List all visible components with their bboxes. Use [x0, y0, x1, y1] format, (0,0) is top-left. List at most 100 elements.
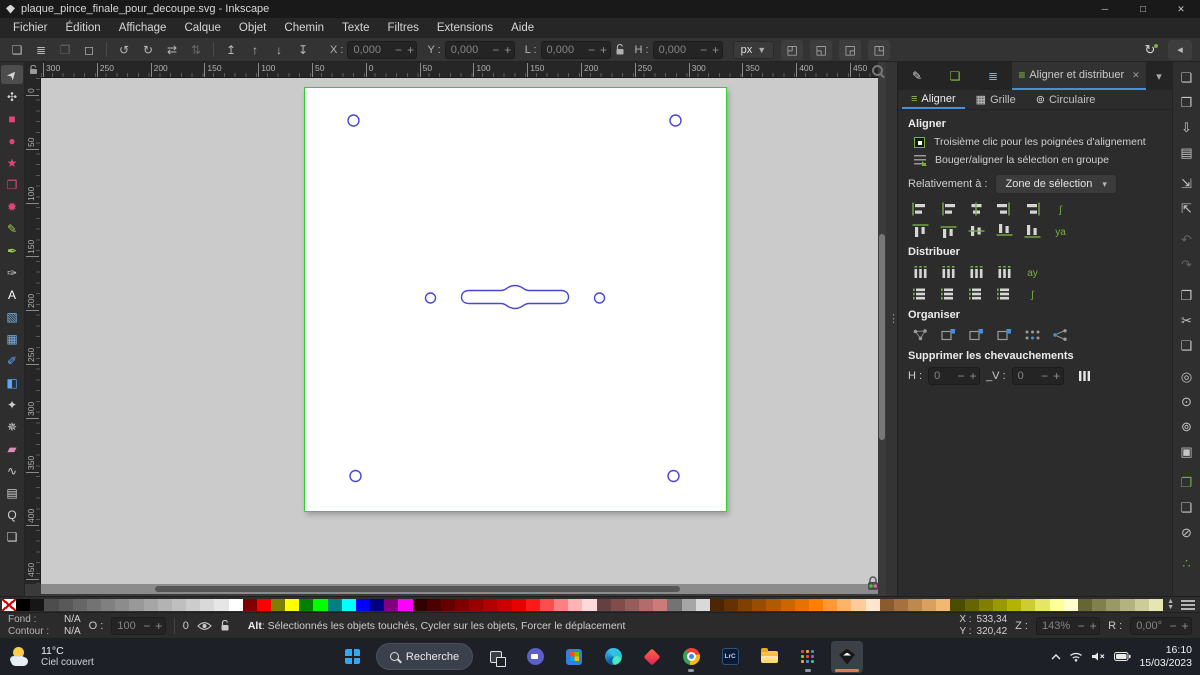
flip-horizontal-button[interactable]: ⇄	[161, 40, 183, 60]
color-swatch[interactable]	[342, 599, 356, 611]
distribute-text-vertical-button[interactable]: ʃ	[1020, 285, 1044, 303]
photo-app-button[interactable]	[636, 641, 668, 673]
dock-menu-chevron-icon[interactable]	[1146, 62, 1172, 90]
menu-item-objet[interactable]: Objet	[230, 20, 276, 36]
color-swatch[interactable]	[1092, 599, 1106, 611]
relative-to-select[interactable]: Zone de sélection	[995, 174, 1116, 194]
color-swatch[interactable]	[993, 599, 1007, 611]
opacity-increment[interactable]: +	[153, 619, 165, 633]
palette-menu-icon[interactable]	[1181, 600, 1195, 610]
fill-stroke-indicator[interactable]: Fond :N/A Contour :N/A	[8, 614, 81, 638]
zoom-frame-button[interactable]: ▣	[1176, 442, 1198, 462]
search-button[interactable]: Recherche	[376, 643, 473, 670]
tool-rectangle[interactable]: ■	[1, 109, 23, 128]
tool-star[interactable]: ★	[1, 153, 23, 172]
color-swatch[interactable]	[285, 599, 299, 611]
tool-eraser[interactable]: ▰	[1, 439, 23, 458]
color-swatch[interactable]	[568, 599, 582, 611]
unlink-clone-button[interactable]: ⊘	[1176, 523, 1198, 543]
scale-stroke-toggle[interactable]: ◰	[781, 40, 803, 60]
color-swatch[interactable]	[229, 599, 243, 611]
color-swatch[interactable]	[582, 599, 596, 611]
center-on-vertical-axis-button[interactable]	[964, 200, 988, 218]
tab-layers[interactable]	[974, 62, 1012, 90]
tool-text[interactable]: A	[1, 285, 23, 304]
color-swatch[interactable]	[738, 599, 752, 611]
x-decrement[interactable]: −	[392, 43, 404, 57]
color-swatch[interactable]	[73, 599, 87, 611]
ruler-corner-lock-icon[interactable]	[25, 62, 41, 78]
layer-lock-icon[interactable]	[220, 620, 230, 631]
color-swatch[interactable]	[781, 599, 795, 611]
battery-icon[interactable]	[1114, 652, 1131, 661]
color-swatch[interactable]	[87, 599, 101, 611]
new-document-button[interactable]: ❏	[1176, 68, 1198, 88]
tab-objects[interactable]	[936, 62, 974, 90]
tool-ellipse[interactable]: ●	[1, 131, 23, 150]
chat-button[interactable]	[519, 641, 551, 673]
color-swatch[interactable]	[356, 599, 370, 611]
color-swatch[interactable]	[653, 599, 667, 611]
color-swatch[interactable]	[667, 599, 681, 611]
open-document-button[interactable]: ❒	[1176, 93, 1198, 113]
overlap-v-input[interactable]: 0−+	[1012, 367, 1064, 385]
scale-patterns-toggle[interactable]: ◳	[868, 40, 890, 60]
subtab-align[interactable]: Aligner	[902, 90, 965, 109]
deselect-button[interactable]: ❐	[54, 40, 76, 60]
start-button[interactable]	[337, 641, 369, 673]
minimize-button[interactable]	[1086, 0, 1124, 18]
h-decrement[interactable]: −	[698, 43, 710, 57]
graph-layout-button[interactable]	[908, 326, 932, 344]
color-swatch[interactable]	[1135, 599, 1149, 611]
weather-widget[interactable]: 11°C Ciel couvert	[10, 645, 94, 669]
hidden-icons-chevron-icon[interactable]	[1051, 653, 1061, 661]
vertical-ruler[interactable]: 050100150200250300350400450	[25, 78, 41, 584]
l-increment[interactable]: +	[598, 43, 610, 57]
tool-page[interactable]: ▤	[1, 483, 23, 502]
distribute-horizontal-gaps-button[interactable]	[992, 263, 1016, 281]
x-increment[interactable]: +	[404, 43, 416, 57]
menu-item-affichage[interactable]: Affichage	[110, 20, 176, 36]
redo-button[interactable]: ↷	[1176, 255, 1198, 275]
color-swatch[interactable]	[483, 599, 497, 611]
color-swatch[interactable]	[979, 599, 993, 611]
tool-spray[interactable]: ✵	[1, 417, 23, 436]
vertical-scrollbar[interactable]	[878, 78, 886, 584]
color-swatch[interactable]	[200, 599, 214, 611]
color-swatch[interactable]	[398, 599, 412, 611]
volume-muted-icon[interactable]	[1091, 651, 1106, 662]
color-swatch[interactable]	[44, 599, 58, 611]
color-swatch[interactable]	[469, 599, 483, 611]
overlap-h-input[interactable]: 0−+	[928, 367, 980, 385]
align-right-edges-button[interactable]	[992, 200, 1016, 218]
inkscape-button[interactable]	[831, 641, 863, 673]
color-swatch[interactable]	[1106, 599, 1120, 611]
vertical-scrollbar-thumb[interactable]	[879, 234, 885, 440]
dimension-lock-icon[interactable]	[615, 44, 625, 55]
tool-paint-bucket[interactable]: ◧	[1, 373, 23, 392]
overlap-v-decrement[interactable]: −	[1039, 369, 1051, 383]
tab-fill-stroke[interactable]	[898, 62, 936, 90]
color-swatch[interactable]	[1078, 599, 1092, 611]
subtab-circular[interactable]: Circulaire	[1027, 90, 1105, 109]
color-swatch[interactable]	[809, 599, 823, 611]
rotation-input[interactable]: 0,00°−+	[1130, 617, 1192, 635]
color-swatch[interactable]	[1064, 599, 1078, 611]
launcher-app-button[interactable]	[792, 641, 824, 673]
zoom-increment[interactable]: +	[1087, 619, 1099, 633]
subtab-grid[interactable]: Grille	[967, 90, 1025, 109]
snap-lock-icon[interactable]	[866, 576, 880, 595]
close-tab-icon[interactable]	[1132, 70, 1140, 81]
color-swatch[interactable]	[908, 599, 922, 611]
h-increment[interactable]: +	[710, 43, 722, 57]
y-increment[interactable]: +	[502, 43, 514, 57]
color-swatch[interactable]	[16, 599, 30, 611]
duplicate-button[interactable]: ❐	[1176, 473, 1198, 493]
tool-connector[interactable]: ∿	[1, 461, 23, 480]
wifi-icon[interactable]	[1069, 651, 1083, 662]
tool-pen[interactable]: ✒	[1, 241, 23, 260]
y-decrement[interactable]: −	[490, 43, 502, 57]
color-swatch[interactable]	[936, 599, 950, 611]
zoom-selection-button[interactable]: ◎	[1176, 367, 1198, 387]
distribute-text-horizontal-button[interactable]: ay	[1020, 263, 1044, 281]
